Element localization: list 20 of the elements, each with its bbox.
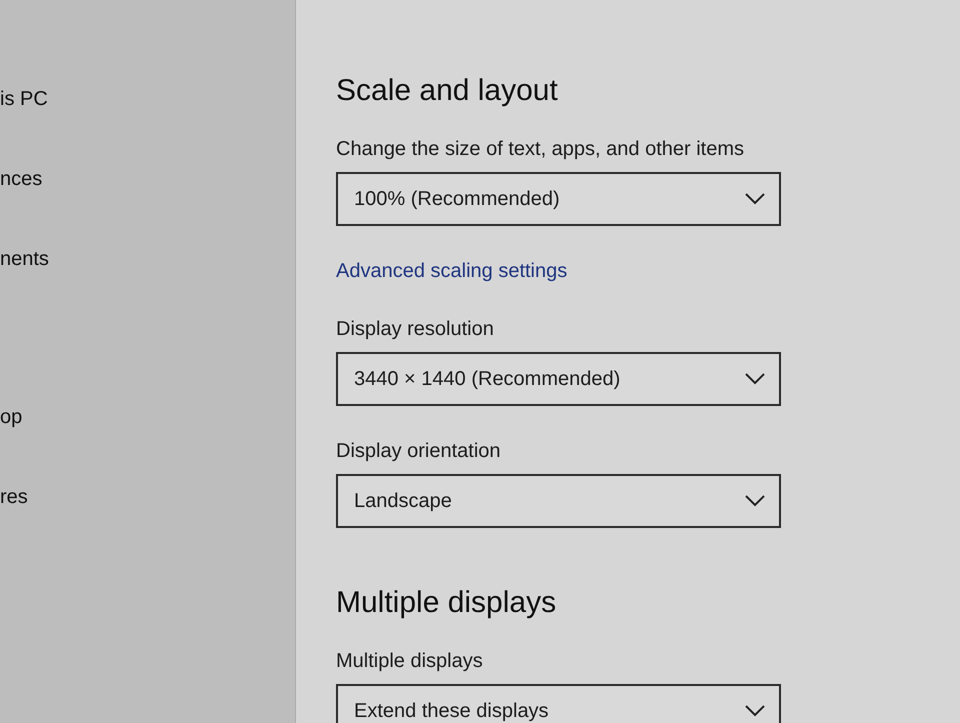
dropdown[interactable]: Extend these displays — [336, 684, 781, 723]
setting-label: Multiple displays — [336, 649, 484, 674]
sidebar-item[interactable]: nents — [0, 248, 49, 270]
sidebar-item[interactable]: nces — [0, 168, 42, 190]
section-heading: Scale and layout — [336, 73, 558, 109]
chevron-down-icon — [745, 705, 765, 717]
dropdown[interactable]: Landscape — [336, 474, 781, 528]
chevron-down-icon — [745, 373, 765, 385]
sidebar-item[interactable]: res — [0, 486, 28, 508]
sidebar-item[interactable]: is PC — [0, 88, 48, 110]
setting-label: Display resolution — [336, 317, 495, 342]
dropdown[interactable]: 3440 × 1440 (Recommended) — [336, 352, 781, 406]
setting-label: Display orientation — [336, 439, 502, 464]
chevron-down-icon — [745, 193, 765, 205]
chevron-down-icon — [745, 495, 765, 507]
sidebar-item[interactable]: op — [0, 406, 22, 428]
link[interactable]: Advanced scaling settings — [336, 258, 568, 284]
section-heading: Multiple displays — [336, 585, 556, 621]
dropdown[interactable]: 100% (Recommended) — [336, 172, 781, 226]
setting-label: Change the size of text, apps, and other items — [336, 137, 746, 162]
